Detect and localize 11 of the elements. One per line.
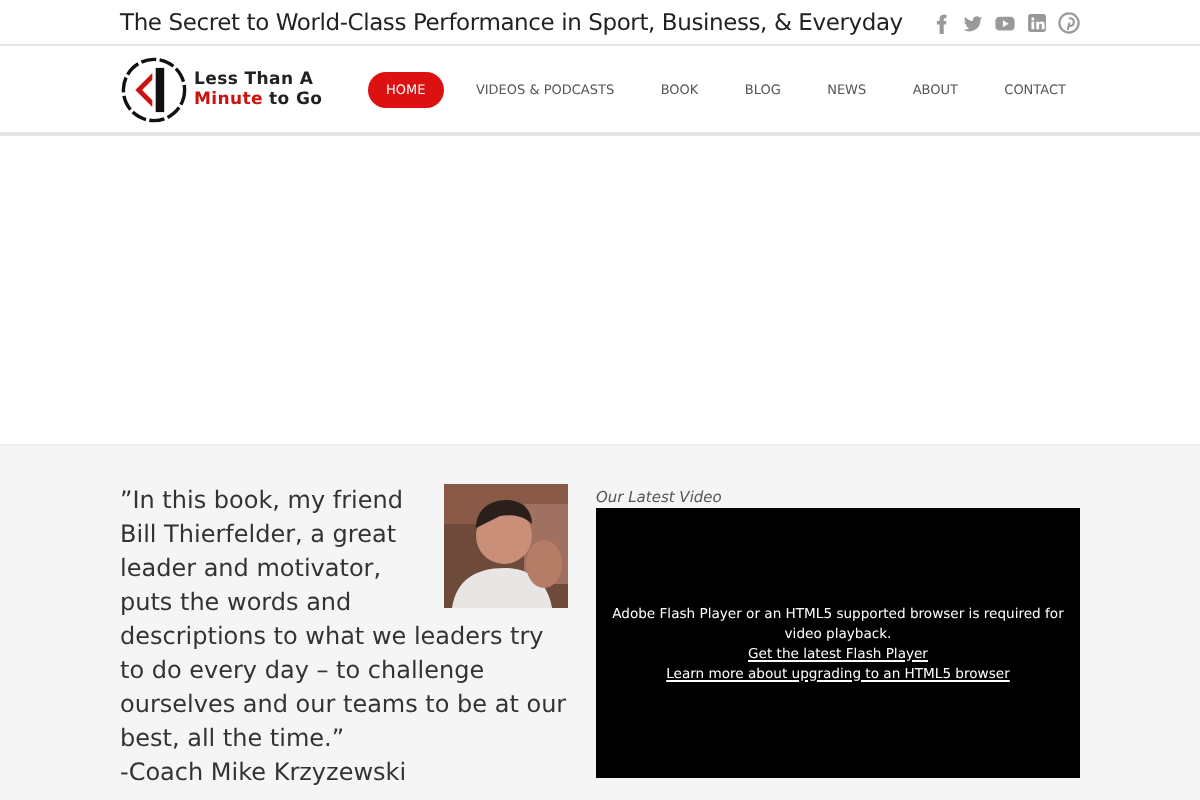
logo-icon[interactable] xyxy=(120,55,188,123)
quote-attribution: -Coach Mike Krzyzewski xyxy=(120,756,409,790)
play-icon[interactable] xyxy=(994,11,1016,33)
linkedin-icon[interactable] xyxy=(1026,11,1048,33)
logo-text[interactable]: to Go xyxy=(269,89,323,109)
quote-text: descriptions to what we leaders try to do every day – to challenge ourselves and our teams to be at our best, all the time.” xyxy=(120,620,568,756)
bird-icon[interactable] xyxy=(962,11,984,33)
logo-text[interactable]: Less Than A xyxy=(194,69,323,89)
logo-text[interactable]: Minute xyxy=(194,89,264,109)
tagline: The Secret to World-Class Performance in Sport, Business, & Everyday xyxy=(120,8,903,36)
pin-icon[interactable] xyxy=(1058,11,1080,33)
